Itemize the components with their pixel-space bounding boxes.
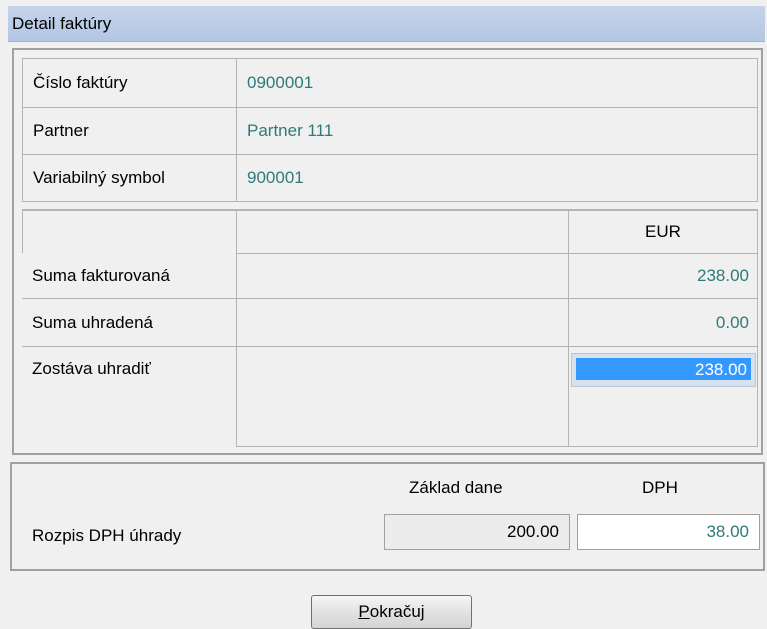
partner-label: Partner (22, 107, 237, 155)
paid-label: Suma uhradená (22, 298, 237, 346)
invoiced-empty-cell (236, 253, 569, 299)
continue-button[interactable]: Pokračuj (311, 595, 472, 629)
remaining-value-input[interactable]: 238.00 (571, 353, 756, 387)
partner-value[interactable]: Partner 111 (236, 107, 758, 155)
invoice-detail-grid: Číslo faktúry 0900001 Partner Partner 11… (12, 48, 763, 455)
remaining-empty-cell (236, 346, 569, 447)
invoiced-value[interactable]: 238.00 (568, 253, 758, 299)
invoice-number-value[interactable]: 0900001 (236, 58, 758, 108)
invoice-number-label: Číslo faktúry (22, 58, 237, 108)
tax-base-field[interactable]: 200.00 (384, 514, 570, 550)
continue-button-label: okračuj (369, 602, 425, 621)
vat-breakdown-panel: Základ dane DPH Rozpis DPH úhrady 200.00… (10, 462, 765, 571)
continue-button-mnemonic: P (358, 602, 370, 621)
currency-header: EUR (568, 209, 758, 254)
paid-empty-cell (236, 298, 569, 347)
vat-amount-field[interactable]: 38.00 (577, 514, 760, 550)
dialog-title: Detail faktúry (8, 6, 765, 42)
paid-value[interactable]: 0.00 (568, 298, 758, 347)
empty-header-cell (236, 209, 569, 254)
tax-base-header: Základ dane (409, 478, 503, 497)
vat-header: DPH (642, 478, 678, 497)
remaining-label: Zostáva uhradiť (22, 346, 237, 447)
vat-breakdown-label: Rozpis DPH úhrady (32, 526, 182, 545)
variable-symbol-label: Variabilný symbol (22, 154, 237, 202)
variable-symbol-value[interactable]: 900001 (236, 154, 758, 202)
remaining-value: 238.00 (576, 358, 751, 380)
invoiced-label: Suma fakturovaná (22, 253, 237, 298)
